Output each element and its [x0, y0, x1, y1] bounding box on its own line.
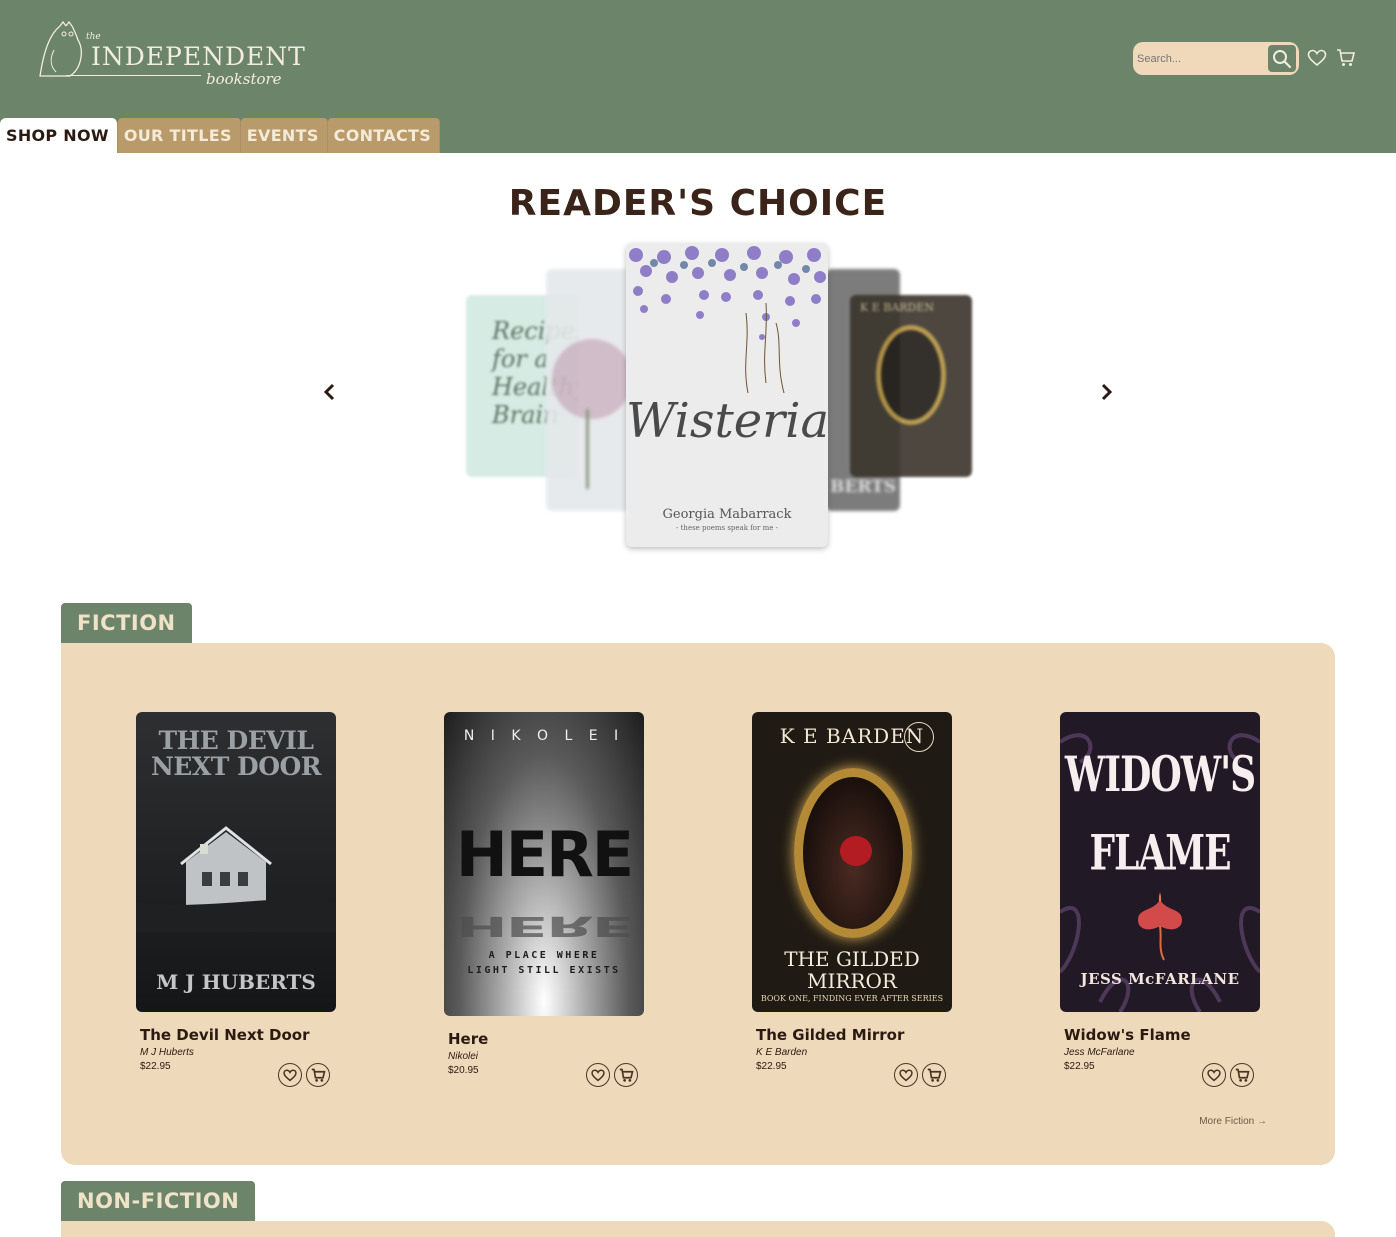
search-button[interactable] [1268, 45, 1296, 72]
tab-our-titles[interactable]: OUR TITLES [117, 118, 241, 153]
book-card[interactable]: K E BARDEN THE GILDED MIRROR BOOK ONE, F… [752, 712, 952, 1087]
cover-author: JESS McFARLANE [1080, 970, 1240, 988]
cart-icon [1235, 1068, 1250, 1082]
add-to-cart-button[interactable] [614, 1063, 638, 1087]
fiction-panel: THE DEVIL NEXT DOOR M J HUBERTS The Devi… [61, 643, 1335, 1165]
book-author: Nikolei [448, 1051, 479, 1062]
more-fiction-link[interactable]: More Fiction → [1199, 1116, 1267, 1127]
heart-icon [283, 1068, 297, 1081]
cover-author: N I K O L E I [463, 728, 625, 744]
book-author: Jess McFarlane [1064, 1047, 1135, 1058]
book-actions [894, 1063, 946, 1087]
award-seal [904, 722, 934, 752]
flower-illustration [1138, 892, 1182, 961]
nonfiction-section-tab: NON-FICTION [61, 1181, 256, 1221]
tab-shop-now[interactable]: SHOP NOW [0, 118, 118, 153]
heart-icon [1307, 49, 1327, 67]
cover-title: WIDOW'S FLAME [1064, 746, 1256, 882]
book-card[interactable]: N I K O L E I HERE HERE A PLACE WHERE LI… [444, 712, 644, 1087]
nonfiction-panel [61, 1221, 1335, 1237]
readers-choice-carousel: Recipes for a Healthy Brain BERTS K E BA… [0, 240, 1396, 560]
search-input[interactable] [1133, 42, 1269, 75]
cover-title-reflection: HERE [455, 910, 633, 943]
search-icon [1273, 49, 1292, 68]
carousel-next-button[interactable] [1094, 380, 1118, 404]
mirror-illustration [876, 325, 946, 425]
carousel-book-side[interactable]: K E BARDEN [850, 295, 972, 477]
logo-underline [66, 75, 201, 76]
chevron-right-icon [1101, 383, 1113, 401]
main-nav: SHOP NOW OUR TITLES EVENTS CONTACTS [0, 118, 441, 153]
cover-title: THE GILDED MIRROR [784, 947, 920, 993]
add-to-wishlist-button[interactable] [278, 1063, 302, 1087]
book-cover[interactable]: N I K O L E I HERE HERE A PLACE WHERE LI… [444, 712, 644, 1016]
cover-author: M J HUBERTS [156, 970, 316, 994]
owl-logo-icon [39, 20, 82, 77]
book-actions [586, 1063, 638, 1087]
book-author: M J Huberts [140, 1047, 194, 1058]
cart-icon [927, 1068, 942, 1082]
book-title[interactable]: Here [448, 1030, 644, 1048]
book-cover[interactable]: K E BARDEN THE GILDED MIRROR BOOK ONE, F… [752, 712, 952, 1012]
cart-icon [311, 1068, 326, 1082]
cart-icon [619, 1068, 634, 1082]
carousel-prev-button[interactable] [318, 380, 342, 404]
side-book-text: BERTS [830, 477, 897, 497]
add-to-cart-button[interactable] [922, 1063, 946, 1087]
fiction-section-tab: FICTION [61, 603, 192, 643]
book-title[interactable]: The Gilded Mirror [756, 1026, 952, 1044]
wishlist-button[interactable] [1306, 47, 1328, 69]
add-to-wishlist-button[interactable] [1202, 1063, 1226, 1087]
book-cover[interactable]: THE DEVIL NEXT DOOR M J HUBERTS [136, 712, 336, 1012]
haunted-house-illustration [136, 826, 336, 932]
readers-choice-title: READER'S CHOICE [508, 183, 888, 224]
logo-the: the [86, 32, 101, 42]
logo-name: INDEPENDENT [91, 42, 306, 71]
add-to-wishlist-button[interactable] [586, 1063, 610, 1087]
add-to-wishlist-button[interactable] [894, 1063, 918, 1087]
book-title[interactable]: Widow's Flame [1064, 1026, 1260, 1044]
add-to-cart-button[interactable] [1230, 1063, 1254, 1087]
carousel-book-featured[interactable]: Wisteria Georgia Mabarrack - these poems… [626, 243, 828, 547]
cover-title: THE DEVIL NEXT DOOR [150, 726, 322, 781]
heart-icon [899, 1068, 913, 1081]
side-book-text: K E BARDEN [860, 301, 935, 314]
cart-icon [1337, 49, 1356, 66]
book-card[interactable]: THE DEVIL NEXT DOOR M J HUBERTS The Devi… [136, 712, 336, 1087]
stem-illustration [586, 409, 589, 489]
featured-book-author: Georgia Mabarrack [662, 507, 792, 522]
cover-tagline: BOOK ONE, FINDING EVER AFTER SERIES [760, 994, 944, 1003]
search-bar [1133, 42, 1299, 75]
apple-illustration [840, 836, 872, 866]
book-actions [1202, 1063, 1254, 1087]
site-header: the INDEPENDENT bookstore SHOP NOW OUR T… [0, 0, 1396, 153]
book-author: K E Barden [756, 1047, 808, 1058]
book-cover[interactable]: WIDOW'S FLAME JESS McFARLANE [1060, 712, 1260, 1012]
logo-subtitle: bookstore [206, 70, 282, 88]
book-actions [278, 1063, 330, 1087]
chevron-left-icon [323, 383, 335, 401]
store-logo[interactable]: the INDEPENDENT bookstore [36, 20, 305, 95]
rose-illustration [552, 339, 632, 419]
heart-icon [1207, 1068, 1221, 1081]
heart-icon [591, 1068, 605, 1081]
tab-events[interactable]: EVENTS [240, 118, 328, 153]
book-card[interactable]: WIDOW'S FLAME JESS McFARLANE Widow's Fla… [1060, 712, 1260, 1087]
featured-book-tagline: - these poems speak for me - [676, 524, 778, 532]
cover-title: HERE [455, 818, 634, 891]
book-title[interactable]: The Devil Next Door [140, 1026, 336, 1044]
cart-button[interactable] [1335, 47, 1357, 69]
tab-contacts[interactable]: CONTACTS [327, 118, 441, 153]
add-to-cart-button[interactable] [306, 1063, 330, 1087]
wisteria-flowers-illustration [629, 246, 826, 394]
cover-tagline: A PLACE WHERE LIGHT STILL EXISTS [467, 950, 621, 976]
featured-book-title: Wisteria [626, 393, 828, 449]
